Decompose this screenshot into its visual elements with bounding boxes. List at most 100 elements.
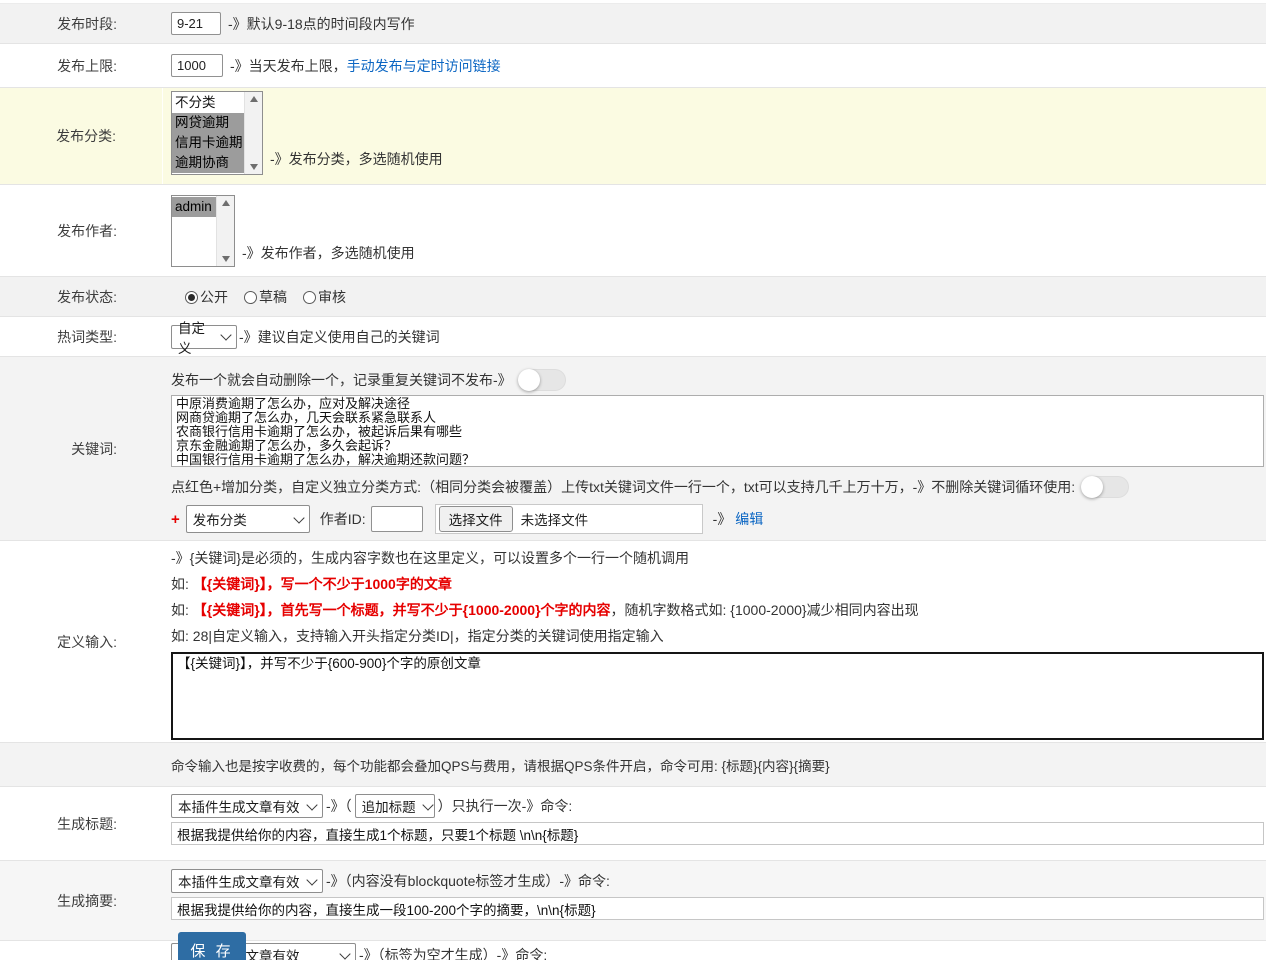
title-mid-text: -》（	[326, 796, 352, 816]
publish-author-label: 发布作者:	[0, 185, 163, 276]
publish-author-multiselect[interactable]: admin	[171, 195, 235, 267]
form-row-keywords: 关键词: 发布一个就会自动删除一个，记录重复关键词不发布-》 中原消费逾期了怎么…	[0, 357, 1266, 541]
example-prefix: 如:	[171, 576, 193, 592]
chevron-down-icon	[422, 799, 433, 810]
publish-author-desc: -》发布作者，多选随机使用	[242, 243, 415, 263]
add-category-button[interactable]: +	[171, 511, 180, 528]
generate-summary-label: 生成摘要:	[0, 861, 163, 940]
generate-title-label: 生成标题:	[0, 787, 163, 860]
define-input-textarea[interactable]: 【{关键词}】，并写不少于{600-900}个字的原创文章	[171, 652, 1264, 740]
title-tail-text: ）只执行一次-》命令:	[438, 796, 573, 816]
define-input-label: 定义输入:	[0, 541, 163, 742]
multiselect-scrollbar[interactable]	[244, 92, 262, 174]
scroll-up-icon[interactable]	[250, 96, 258, 102]
hotword-type-value: 自定义	[178, 317, 214, 357]
chevron-down-icon	[220, 329, 231, 340]
form-row-define-input: 定义输入: -》{关键词}是必须的，生成内容字数也在这里定义，可以设置多个一行一…	[0, 541, 1266, 743]
title-mode-value: 追加标题	[362, 796, 416, 816]
title-scope-value: 本插件生成文章有效	[178, 796, 300, 816]
chevron-down-icon	[306, 874, 317, 885]
example-red-text: 【{关键词}】，首先写一个标题，并写不少于{1000-2000}个字的内容	[193, 602, 611, 618]
radio-label: 审核	[318, 289, 346, 305]
keywords-hint: 点红色+增加分类，自定义独立分类方式:（相同分类会被覆盖）上传txt关键词文件一…	[171, 477, 1075, 497]
form-row-publish-limit: 发布上限: -》当天发布上限，手动发布与定时访问链接	[0, 44, 1266, 88]
define-input-desc-2: 如: 【{关键词}】，写一个不少于1000字的文章	[171, 571, 1264, 597]
author-option[interactable]: admin	[172, 197, 216, 217]
radio-checked-icon[interactable]	[185, 291, 198, 304]
keep-keywords-toggle[interactable]	[1081, 476, 1129, 498]
form-row-publish-status: 发布状态: 公开 草稿 审核	[0, 277, 1266, 317]
radio-unchecked-icon[interactable]	[244, 291, 257, 304]
save-button[interactable]: 保 存	[178, 932, 246, 960]
category-option[interactable]: 信用卡逾期	[172, 133, 244, 153]
example-prefix: 如:	[171, 602, 193, 618]
keywords-label: 关键词:	[0, 357, 163, 540]
summary-scope-select[interactable]: 本插件生成文章有效	[171, 869, 323, 893]
keywords-toggle-desc: 发布一个就会自动删除一个，记录重复关键词不发布-》	[171, 370, 512, 390]
category-option[interactable]: 逾期协商	[172, 153, 244, 173]
command-note-text: 命令输入也是按字收费的，每个功能都会叠加QPS与费用，请根据QPS条件开启，命令…	[171, 755, 830, 775]
radio-public[interactable]: 公开	[185, 287, 228, 307]
publish-limit-input[interactable]	[171, 54, 223, 77]
manual-publish-link[interactable]: 手动发布与定时访问链接	[347, 56, 501, 76]
example-tail: ，随机字数格式如: {1000-2000}减少相同内容出现	[611, 602, 919, 618]
chevron-down-icon	[339, 948, 350, 959]
hotword-type-select[interactable]: 自定义	[171, 325, 237, 349]
form-row-hotword-type: 热词类型: 自定义 -》建议自定义使用自己的关键词	[0, 317, 1266, 357]
file-status-text: 未选择文件	[521, 509, 589, 529]
publish-time-label: 发布时段:	[0, 4, 163, 43]
summary-scope-value: 本插件生成文章有效	[178, 871, 300, 891]
title-scope-select[interactable]: 本插件生成文章有效	[171, 794, 323, 818]
title-mode-select[interactable]: 追加标题	[355, 794, 435, 818]
publish-limit-desc: -》当天发布上限，	[230, 56, 347, 76]
edit-link[interactable]: 编辑	[735, 511, 763, 527]
author-id-label: 作者ID:	[320, 509, 366, 529]
publish-category-label: 发布分类:	[0, 88, 163, 184]
radio-draft[interactable]: 草稿	[244, 287, 287, 307]
chevron-down-icon	[306, 799, 317, 810]
publish-time-desc: -》默认9-18点的时间段内写作	[228, 14, 415, 34]
radio-review[interactable]: 审核	[303, 287, 346, 307]
define-input-desc-3: 如: 【{关键词}】，首先写一个标题，并写不少于{1000-2000}个字的内容…	[171, 597, 1264, 623]
form-row-publish-category: 发布分类: 不分类 网贷逾期 信用卡逾期 逾期协商 -》发布分类，多选随机使用	[0, 88, 1266, 185]
category-option[interactable]: 网贷逾期	[172, 113, 244, 133]
publish-category-multiselect[interactable]: 不分类 网贷逾期 信用卡逾期 逾期协商	[171, 91, 263, 175]
example-red-text: 【{关键词}】，写一个不少于1000字的文章	[193, 576, 452, 592]
radio-unchecked-icon[interactable]	[303, 291, 316, 304]
define-input-desc-4: 如: 28|自定义输入，支持输入开头指定分类ID|，指定分类的关键词使用指定输入	[171, 623, 1264, 649]
multiselect-scrollbar[interactable]	[216, 196, 234, 266]
form-row-publish-time: 发布时段: -》默认9-18点的时间段内写作	[0, 3, 1266, 44]
edit-arrow: -》	[713, 511, 732, 527]
form-row-publish-author: 发布作者: admin -》发布作者，多选随机使用	[0, 185, 1266, 277]
scroll-up-icon[interactable]	[222, 200, 230, 206]
choose-file-button[interactable]: 选择文件	[439, 506, 513, 532]
tag-tail-text: -》（标签为空才生成）-》命令:	[359, 945, 547, 960]
scroll-down-icon[interactable]	[222, 256, 230, 262]
keyword-category-value: 发布分类	[193, 509, 247, 529]
form-row-generate-title: 生成标题: 本插件生成文章有效 -》（ 追加标题 ）只执行一次-》命令:	[0, 787, 1266, 861]
publish-limit-label: 发布上限:	[0, 44, 163, 87]
file-upload-control[interactable]: 选择文件 未选择文件	[435, 504, 703, 534]
title-command-input[interactable]	[171, 822, 1264, 845]
define-input-desc-1: -》{关键词}是必须的，生成内容字数也在这里定义，可以设置多个一行一个随机调用	[171, 545, 1264, 571]
author-id-input[interactable]	[371, 506, 423, 532]
plugin-settings-page: 发布时段: -》默认9-18点的时间段内写作 发布上限: -》当天发布上限，手动…	[0, 0, 1266, 960]
command-note-label	[0, 743, 163, 786]
radio-label: 草稿	[259, 289, 287, 305]
form-row-generate-summary: 生成摘要: 本插件生成文章有效 -》（内容没有blockquote标签才生成）-…	[0, 861, 1266, 941]
keywords-textarea[interactable]: 中原消费逾期了怎么办，应对及解决途径 网商贷逾期了怎么办，几天会联系紧急联系人 …	[171, 395, 1264, 467]
publish-category-desc: -》发布分类，多选随机使用	[270, 149, 443, 169]
hotword-type-desc: -》建议自定义使用自己的关键词	[239, 327, 440, 347]
keyword-category-select[interactable]: 发布分类	[186, 505, 310, 533]
settings-form: 发布时段: -》默认9-18点的时间段内写作 发布上限: -》当天发布上限，手动…	[0, 0, 1266, 960]
form-row-command-note: 命令输入也是按字收费的，每个功能都会叠加QPS与费用，请根据QPS条件开启，命令…	[0, 743, 1266, 787]
generate-tag-label	[0, 941, 163, 960]
scroll-down-icon[interactable]	[250, 164, 258, 170]
publish-status-label: 发布状态:	[0, 277, 163, 316]
summary-command-input[interactable]	[171, 897, 1264, 920]
auto-delete-toggle[interactable]	[518, 369, 566, 391]
chevron-down-icon	[293, 512, 304, 523]
publish-time-input[interactable]	[171, 12, 221, 35]
radio-label: 公开	[200, 289, 228, 305]
category-option[interactable]: 不分类	[172, 93, 244, 113]
